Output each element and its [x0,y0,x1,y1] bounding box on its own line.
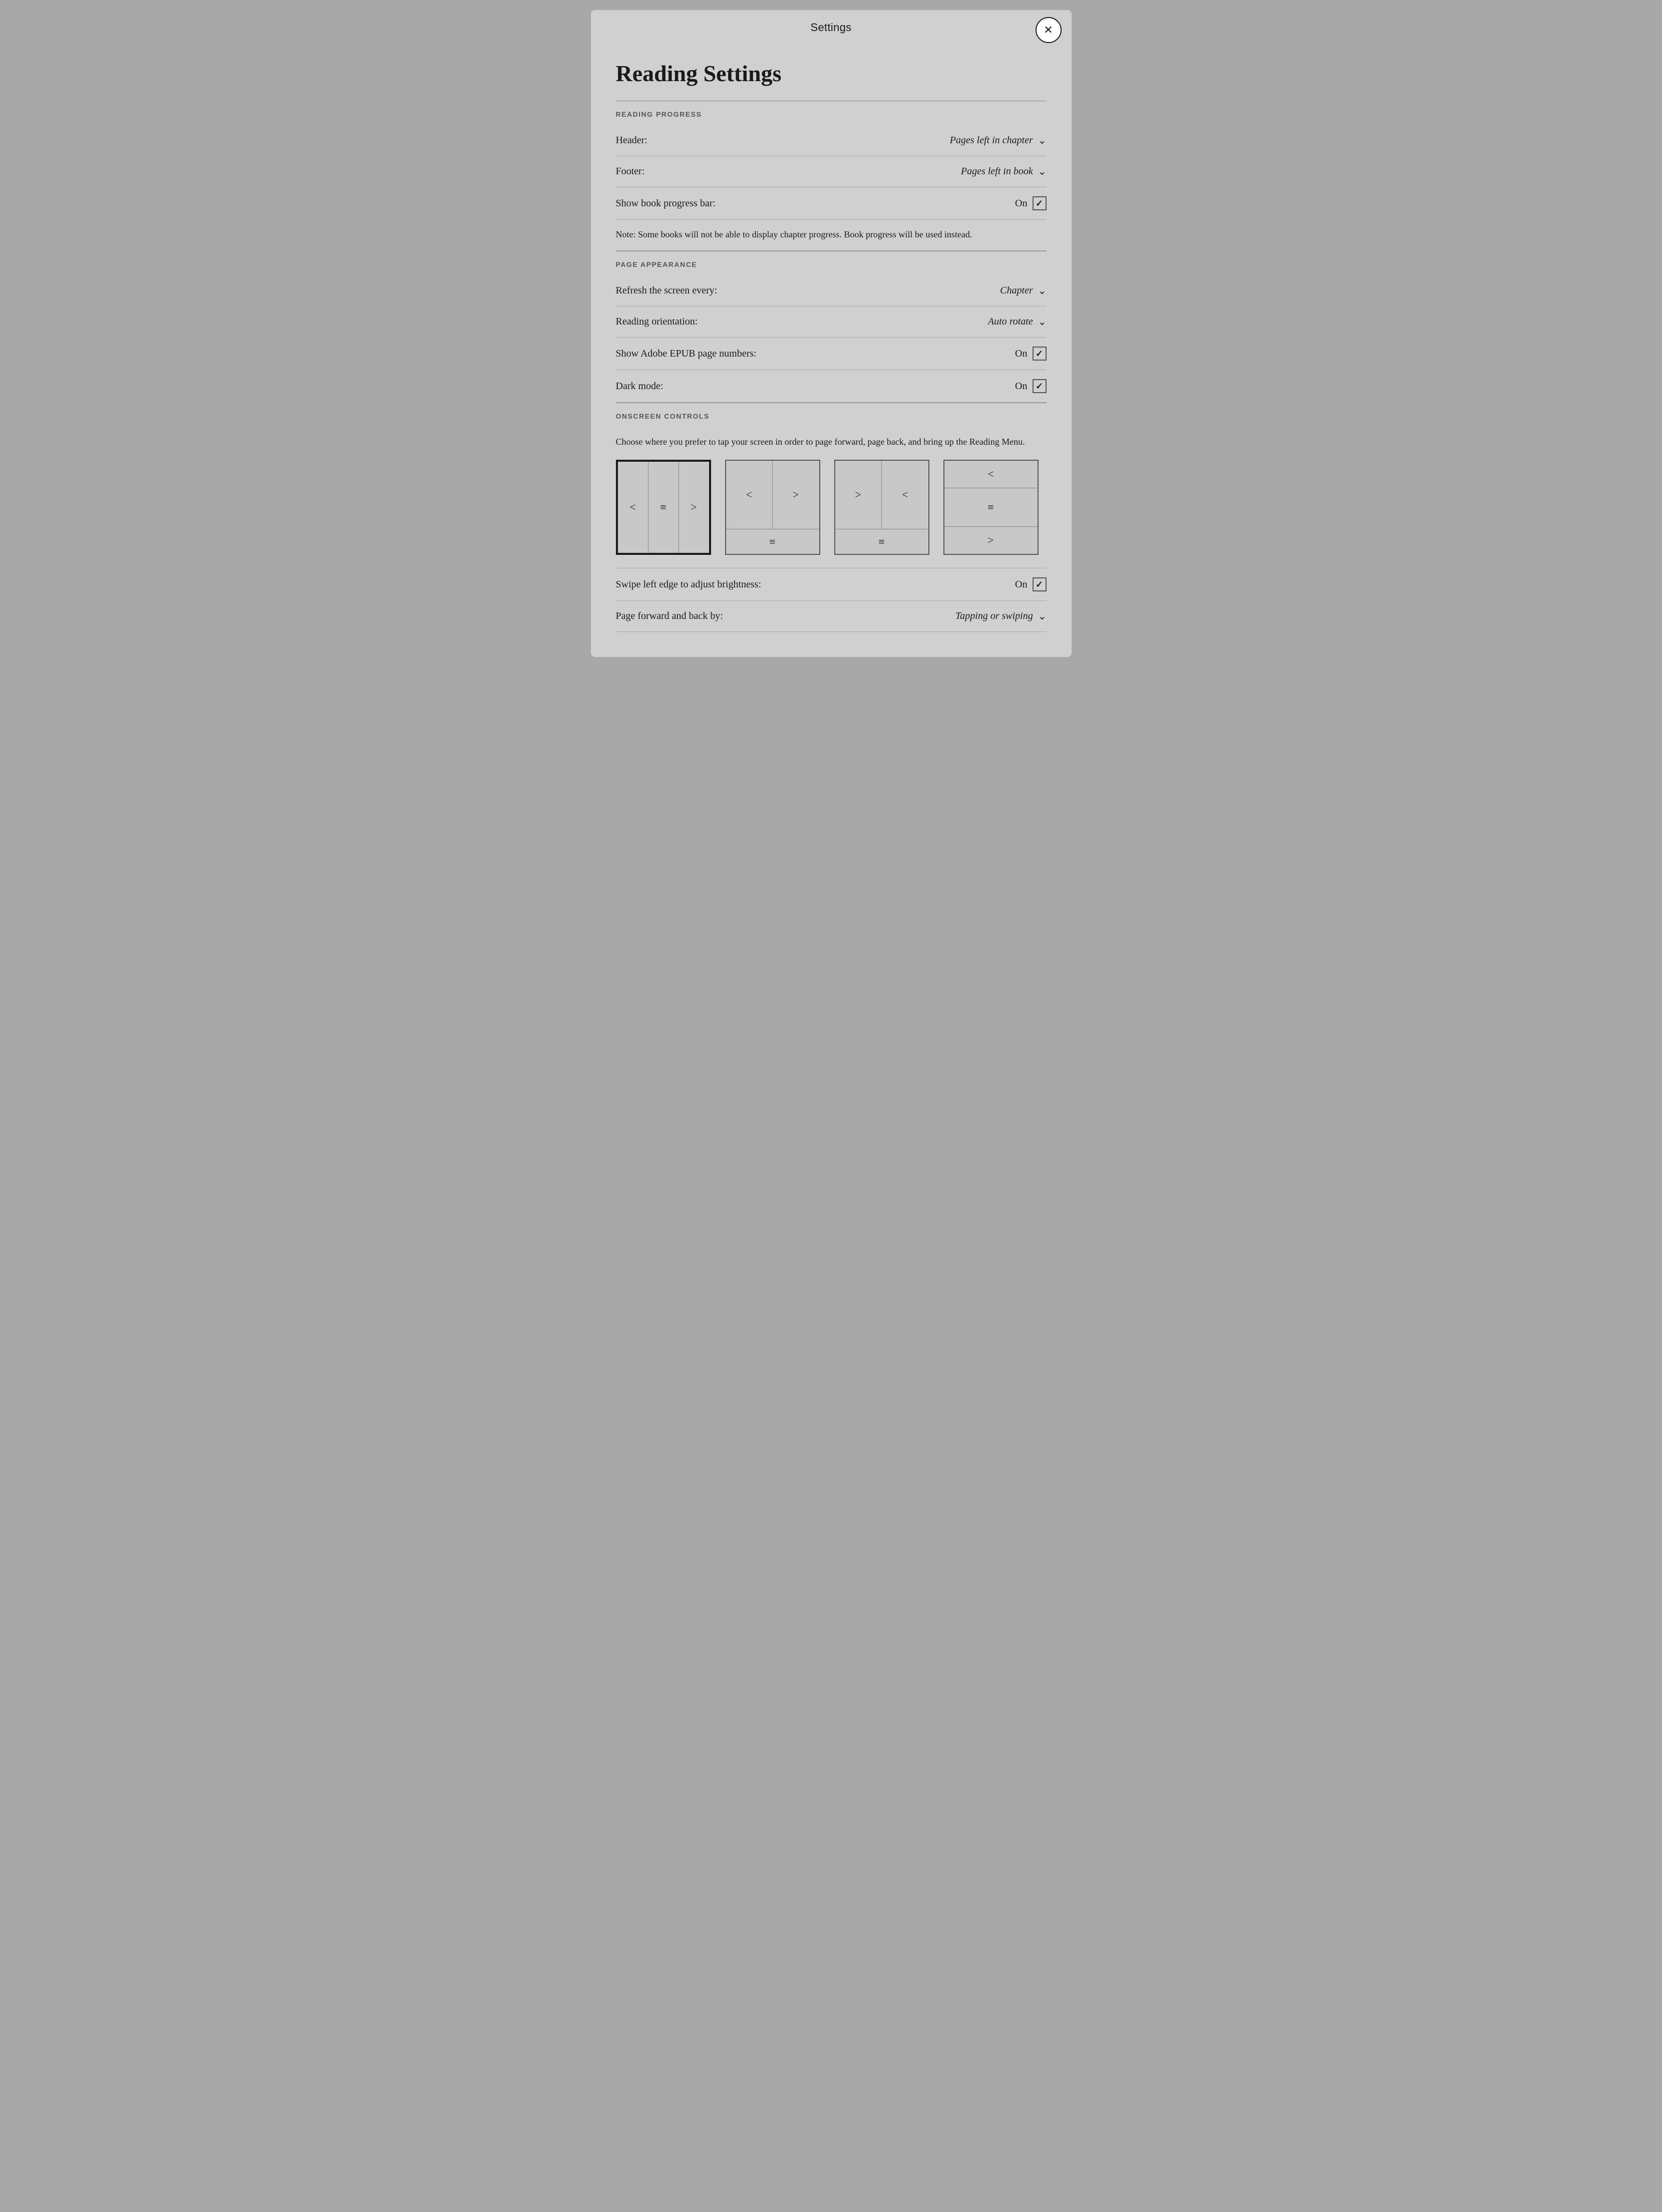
layout-3-menu-icon: ≡ [878,535,884,548]
swipe-setting-row: Swipe left edge to adjust brightness: On [616,568,1047,601]
progress-bar-checkbox[interactable] [1033,196,1047,210]
swipe-label: Swipe left edge to adjust brightness: [616,579,762,590]
progress-bar-checkbox-row: On [1015,196,1046,210]
adobe-label: Show Adobe EPUB page numbers: [616,348,757,360]
page-forward-setting-row: Page forward and back by: Tapping or swi… [616,601,1047,632]
refresh-dropdown[interactable]: Chapter ⌄ [1000,284,1046,297]
layout-2-top: < > [726,461,819,529]
dark-mode-label: Dark mode: [616,381,663,392]
dark-mode-checkbox[interactable] [1033,379,1047,393]
header-chevron-icon: ⌄ [1038,134,1047,147]
layout-2-wrapper: < > ≡ [726,461,819,554]
adobe-state: On [1015,348,1027,360]
page-forward-label: Page forward and back by: [616,610,723,622]
modal-header: Settings ✕ [591,10,1072,45]
layout-3-forward-icon: > [855,488,861,501]
layout-1-right-col: > [679,462,709,553]
progress-bar-setting-row: Show book progress bar: On [616,187,1047,220]
adobe-setting-row: Show Adobe EPUB page numbers: On [616,338,1047,370]
orientation-value: Auto rotate [988,316,1033,328]
reading-progress-header: READING PROGRESS [616,101,1047,125]
layout-option-1[interactable]: < ≡ > [616,460,711,555]
layout-2-bottom: ≡ [726,529,819,554]
dark-mode-checkbox-row: On [1015,379,1046,393]
layout-4-top: < [944,461,1038,488]
modal-body: Reading Settings READING PROGRESS Header… [591,45,1072,657]
swipe-state: On [1015,579,1027,590]
layout-3-back-icon: < [902,488,908,501]
layout-option-3[interactable]: > < ≡ [834,460,929,555]
layout-3-bottom: ≡ [835,529,928,554]
progress-note: Note: Some books will not be able to dis… [616,220,1047,251]
page-appearance-header: PAGE APPEARANCE [616,251,1047,275]
layout-4-bottom: > [944,526,1038,554]
layout-1-left-col: < [618,462,648,553]
refresh-label: Refresh the screen every: [616,285,718,296]
page-title: Reading Settings [616,60,1047,87]
swipe-checkbox[interactable] [1033,577,1047,591]
page-appearance-section: PAGE APPEARANCE Refresh the screen every… [616,251,1047,403]
layout-3-wrapper: > < ≡ [835,461,928,554]
progress-bar-state: On [1015,198,1027,209]
layout-4-menu-icon: ≡ [987,501,993,514]
layout-2-forward-icon: > [793,488,799,501]
footer-setting-dropdown[interactable]: Pages left in book ⌄ [961,165,1047,178]
header-setting-label: Header: [616,135,647,146]
onscreen-controls-header: ONSCREEN CONTROLS [616,403,1047,427]
progress-bar-label: Show book progress bar: [616,198,716,209]
footer-chevron-icon: ⌄ [1038,165,1047,178]
layout-1-back-icon: < [629,501,635,514]
controls-description: Choose where you prefer to tap your scre… [616,427,1047,460]
dark-mode-state: On [1015,381,1027,392]
page-forward-dropdown[interactable]: Tapping or swiping ⌄ [955,610,1047,622]
page-forward-value: Tapping or swiping [955,610,1033,622]
layout-3-left-col: > [835,461,882,529]
settings-modal: Settings ✕ Reading Settings READING PROG… [591,10,1072,657]
layout-4-mid: ≡ [944,488,1038,526]
orientation-chevron-icon: ⌄ [1038,315,1047,328]
footer-setting-value: Pages left in book [961,166,1033,177]
orientation-dropdown[interactable]: Auto rotate ⌄ [988,315,1047,328]
layout-2-menu-icon: ≡ [769,535,775,548]
orientation-setting-row: Reading orientation: Auto rotate ⌄ [616,306,1047,338]
layout-4-wrapper: < ≡ > [944,461,1038,554]
layout-option-4[interactable]: < ≡ > [943,460,1039,555]
layout-4-back-icon: < [987,468,993,481]
header-setting-dropdown[interactable]: Pages left in chapter ⌄ [950,134,1047,147]
layout-options: < ≡ > < [616,460,1047,568]
modal-title: Settings [811,21,852,34]
orientation-label: Reading orientation: [616,316,698,328]
swipe-checkbox-row: On [1015,577,1046,591]
layout-2-right-col: > [773,461,819,529]
layout-2-left-col: < [726,461,773,529]
layout-3-right-col: < [882,461,928,529]
refresh-chevron-icon: ⌄ [1038,284,1047,297]
layout-1-center-col: ≡ [648,462,679,553]
footer-setting-row: Footer: Pages left in book ⌄ [616,156,1047,187]
layout-3-top: > < [835,461,928,529]
adobe-checkbox[interactable] [1033,347,1047,361]
footer-setting-label: Footer: [616,166,645,177]
close-button[interactable]: ✕ [1036,17,1062,43]
page-forward-chevron-icon: ⌄ [1038,610,1047,622]
header-setting-row: Header: Pages left in chapter ⌄ [616,125,1047,156]
reading-progress-section: READING PROGRESS Header: Pages left in c… [616,101,1047,251]
layout-2-back-icon: < [746,488,752,501]
header-setting-value: Pages left in chapter [950,135,1033,146]
layout-1-menu-icon: ≡ [660,501,666,514]
refresh-setting-row: Refresh the screen every: Chapter ⌄ [616,275,1047,306]
refresh-value: Chapter [1000,285,1033,296]
adobe-checkbox-row: On [1015,347,1046,361]
onscreen-controls-section: ONSCREEN CONTROLS Choose where you prefe… [616,403,1047,632]
layout-option-2[interactable]: < > ≡ [725,460,820,555]
dark-mode-setting-row: Dark mode: On [616,370,1047,403]
layout-4-forward-icon: > [987,534,993,547]
layout-1-forward-icon: > [691,501,697,514]
